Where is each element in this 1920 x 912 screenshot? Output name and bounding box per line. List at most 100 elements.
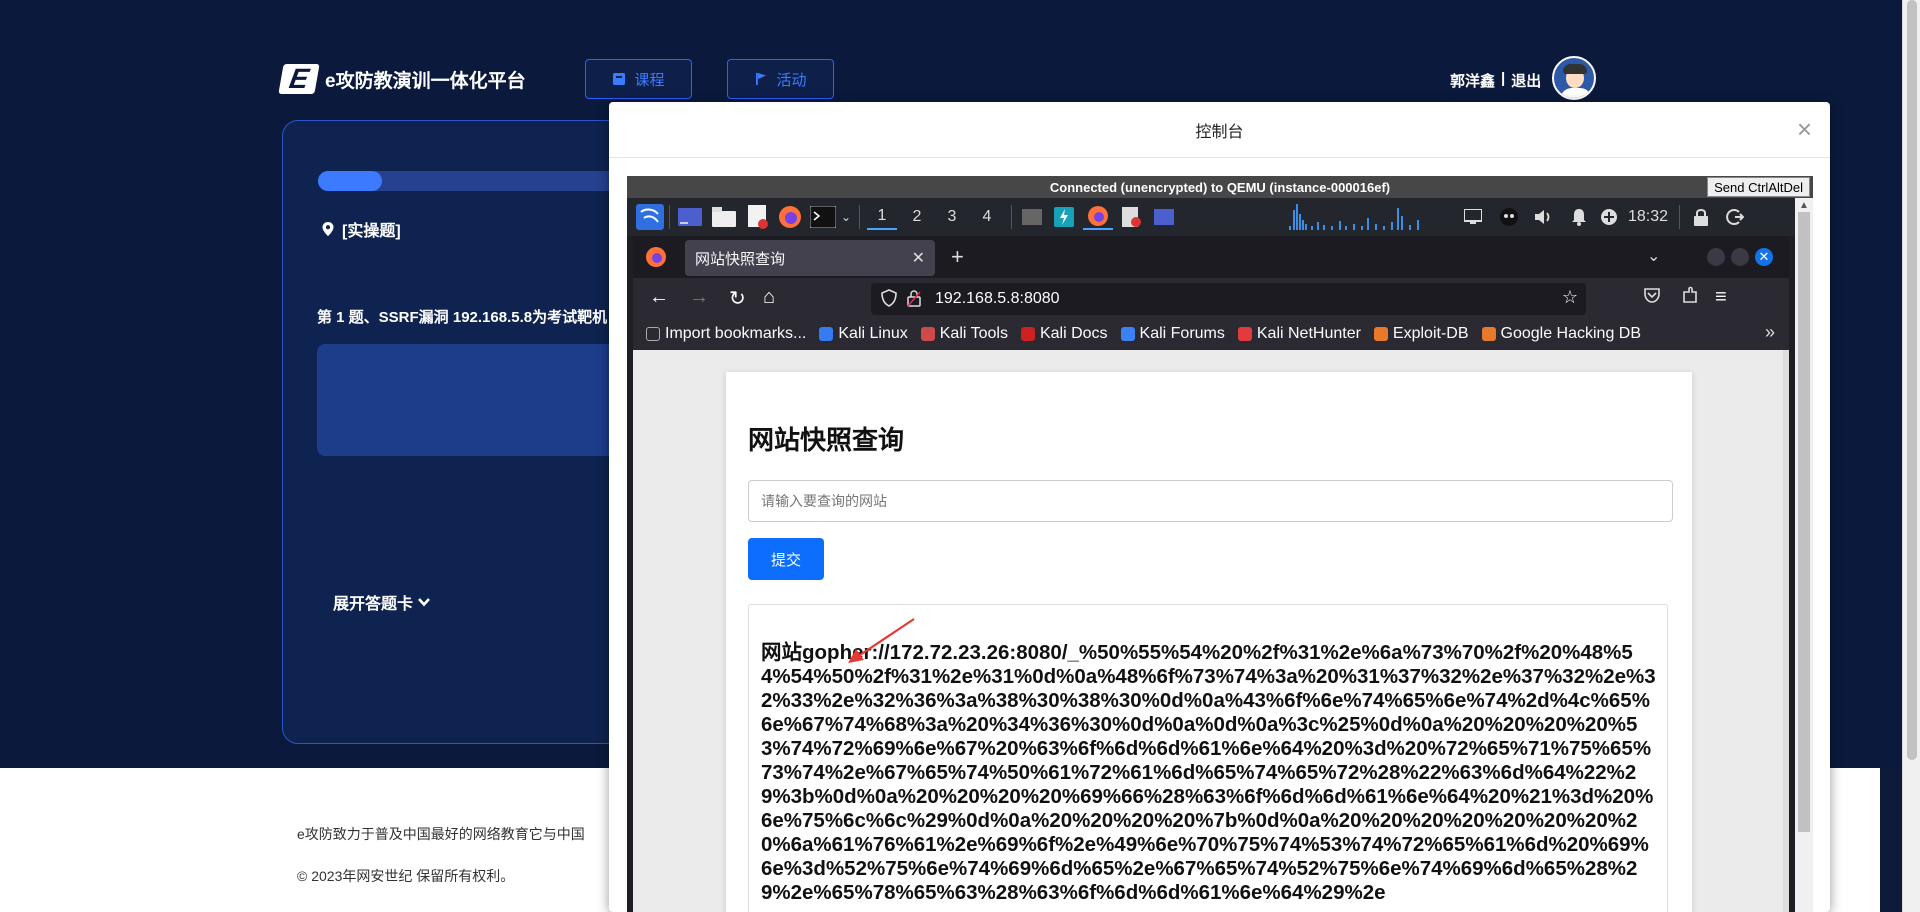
display-icon[interactable] bbox=[1461, 204, 1485, 230]
firefox-launcher-icon[interactable] bbox=[777, 204, 803, 230]
browser-tab[interactable]: 网站快照查询 ✕ bbox=[685, 240, 935, 276]
flag-icon bbox=[756, 73, 767, 85]
bookmark-label: Import bookmarks... bbox=[665, 325, 807, 342]
lock-warning-icon[interactable] bbox=[907, 289, 921, 312]
website-search-input[interactable] bbox=[748, 480, 1673, 522]
scroll-up-icon[interactable]: ▲ bbox=[1799, 200, 1809, 211]
bookmark-label: Kali Forums bbox=[1139, 325, 1225, 342]
extensions-icon[interactable] bbox=[1681, 286, 1699, 310]
bookmark-item[interactable]: Import bookmarks... bbox=[646, 325, 806, 343]
bookmark-label: Kali Docs bbox=[1039, 325, 1108, 342]
user-area: 郭洋鑫 | 退出 bbox=[1450, 70, 1541, 91]
menu-icon[interactable]: ≡ bbox=[1715, 286, 1727, 309]
workspace-1[interactable]: 1 bbox=[867, 204, 897, 230]
notification-bell-icon[interactable] bbox=[1567, 204, 1591, 230]
bookmark-label: Kali Tools bbox=[939, 325, 1008, 342]
nav-courses-button[interactable]: 课程 bbox=[585, 59, 692, 99]
new-tab-icon[interactable]: + bbox=[951, 244, 964, 270]
exam-progress-fill bbox=[318, 171, 382, 191]
avatar[interactable] bbox=[1552, 56, 1596, 100]
bookmarks-toolbar: Import bookmarks... Kali Linux Kali Tool… bbox=[633, 318, 1789, 350]
bookmark-item[interactable]: Google Hacking DB bbox=[1481, 325, 1642, 343]
footer-description: e攻防致力于普及中国最好的网络教育它与中国 bbox=[297, 826, 585, 842]
reload-icon[interactable]: ↻ bbox=[729, 286, 746, 311]
bookmark-item[interactable]: Exploit-DB bbox=[1373, 325, 1469, 343]
forward-icon[interactable]: → bbox=[689, 286, 709, 309]
text-editor-icon[interactable] bbox=[745, 204, 771, 230]
platform-logo[interactable]: E e攻防教演训一体化平台 bbox=[278, 63, 526, 94]
question-type-label: [实操题] bbox=[342, 223, 401, 240]
clock[interactable]: 18:32 bbox=[1625, 204, 1671, 230]
chevron-down-icon bbox=[418, 598, 430, 607]
close-icon[interactable]: × bbox=[1797, 116, 1812, 142]
bookmark-star-icon[interactable]: ☆ bbox=[1562, 287, 1578, 308]
bookmark-label: Kali NetHunter bbox=[1256, 325, 1361, 342]
tab-close-icon[interactable]: ✕ bbox=[912, 248, 925, 268]
expand-answer-card-label: 展开答题卡 bbox=[333, 596, 414, 613]
list-tabs-icon[interactable]: ⌄ bbox=[1647, 246, 1660, 266]
exploit-db-icon bbox=[1373, 327, 1388, 341]
question-type: [实操题] bbox=[322, 217, 401, 241]
workspace-4[interactable]: 4 bbox=[972, 204, 1002, 230]
user-separator: | bbox=[1501, 70, 1506, 87]
window-button-2[interactable] bbox=[1051, 204, 1077, 230]
logout-link[interactable]: 退出 bbox=[1511, 70, 1541, 91]
url-bar[interactable]: 192.168.5.8:8080 ☆ bbox=[871, 283, 1586, 315]
maximize-icon[interactable] bbox=[1731, 248, 1749, 266]
vnc-status-text: Connected (unencrypted) to QEMU (instanc… bbox=[1049, 179, 1391, 195]
lock-icon[interactable] bbox=[1689, 204, 1713, 230]
footer-copyright: © 2023年网安世纪 保留所有权利。 bbox=[297, 868, 515, 884]
content-scrollbar[interactable] bbox=[1783, 350, 1789, 912]
more-bookmarks-icon[interactable]: » bbox=[1765, 322, 1775, 343]
window-button-4[interactable] bbox=[1119, 204, 1145, 230]
bookmark-item[interactable]: Kali Linux bbox=[819, 325, 908, 343]
send-ctrl-alt-del-button[interactable]: Send CtrlAltDel bbox=[1707, 177, 1810, 197]
window-button-1[interactable] bbox=[1019, 204, 1045, 230]
vm-scrollbar[interactable]: ▲ bbox=[1795, 198, 1813, 912]
nav-activities-button[interactable]: 活动 bbox=[727, 59, 834, 99]
pocket-icon[interactable] bbox=[1643, 286, 1661, 310]
browser-tab-title: 网站快照查询 bbox=[695, 250, 786, 268]
bookmark-item[interactable]: Kali NetHunter bbox=[1237, 325, 1361, 343]
bookmark-item[interactable]: Kali Forums bbox=[1120, 325, 1225, 343]
workspace-2[interactable]: 2 bbox=[902, 204, 932, 230]
tracking-shield-icon[interactable] bbox=[881, 289, 897, 312]
update-icon[interactable] bbox=[1497, 204, 1521, 230]
home-icon[interactable]: ⌂ bbox=[763, 286, 775, 309]
kali-menu-icon[interactable] bbox=[635, 204, 665, 230]
bookmark-label: Exploit-DB bbox=[1392, 325, 1469, 342]
terminal-icon[interactable] bbox=[809, 204, 837, 230]
logout-icon[interactable] bbox=[1723, 204, 1747, 230]
bookmark-item[interactable]: Kali Docs bbox=[1020, 325, 1108, 343]
username[interactable]: 郭洋鑫 bbox=[1450, 70, 1495, 91]
modal-header: 控制台 × bbox=[609, 102, 1830, 158]
nav-activities-label: 活动 bbox=[776, 71, 807, 89]
minimize-icon[interactable] bbox=[1707, 248, 1725, 266]
vm-scrollbar-thumb[interactable] bbox=[1798, 212, 1810, 832]
chevron-down-icon[interactable]: ⌄ bbox=[839, 204, 853, 230]
bookmark-label: Google Hacking DB bbox=[1500, 325, 1642, 342]
console-modal: 控制台 × Connected (unencrypted) to QEMU (i… bbox=[609, 102, 1830, 912]
page-scrollbar[interactable] bbox=[1902, 0, 1920, 912]
expand-answer-card-button[interactable]: 展开答题卡 bbox=[333, 590, 431, 614]
file-manager-icon[interactable] bbox=[711, 204, 737, 230]
power-manager-icon[interactable] bbox=[1597, 204, 1621, 230]
network-graph bbox=[1287, 204, 1427, 230]
kali-nethunter-icon bbox=[1237, 327, 1252, 341]
kali-linux-icon bbox=[819, 327, 834, 341]
window-button-5[interactable] bbox=[1151, 204, 1177, 230]
firefox-view-icon[interactable] bbox=[645, 246, 667, 273]
bookmark-item[interactable]: Kali Tools bbox=[920, 325, 1008, 343]
vnc-status-bar: Connected (unencrypted) to QEMU (instanc… bbox=[627, 176, 1813, 198]
book-icon bbox=[613, 73, 626, 85]
back-icon[interactable]: ← bbox=[649, 286, 669, 309]
volume-icon[interactable] bbox=[1531, 204, 1555, 230]
vm-screen[interactable]: ⌄ 1 2 3 4 18:32 网站快照查询 ✕ + ⌄ ✕ ← → ↻ ⌂ 1… bbox=[627, 198, 1795, 912]
page-scrollbar-thumb[interactable] bbox=[1907, 0, 1917, 760]
window-close-icon[interactable]: ✕ bbox=[1755, 248, 1773, 266]
submit-button[interactable]: 提交 bbox=[748, 538, 824, 580]
show-desktop-icon[interactable] bbox=[677, 204, 703, 230]
window-button-firefox[interactable] bbox=[1083, 204, 1113, 230]
workspace-3[interactable]: 3 bbox=[937, 204, 967, 230]
url-text: 192.168.5.8:8080 bbox=[935, 290, 1060, 307]
